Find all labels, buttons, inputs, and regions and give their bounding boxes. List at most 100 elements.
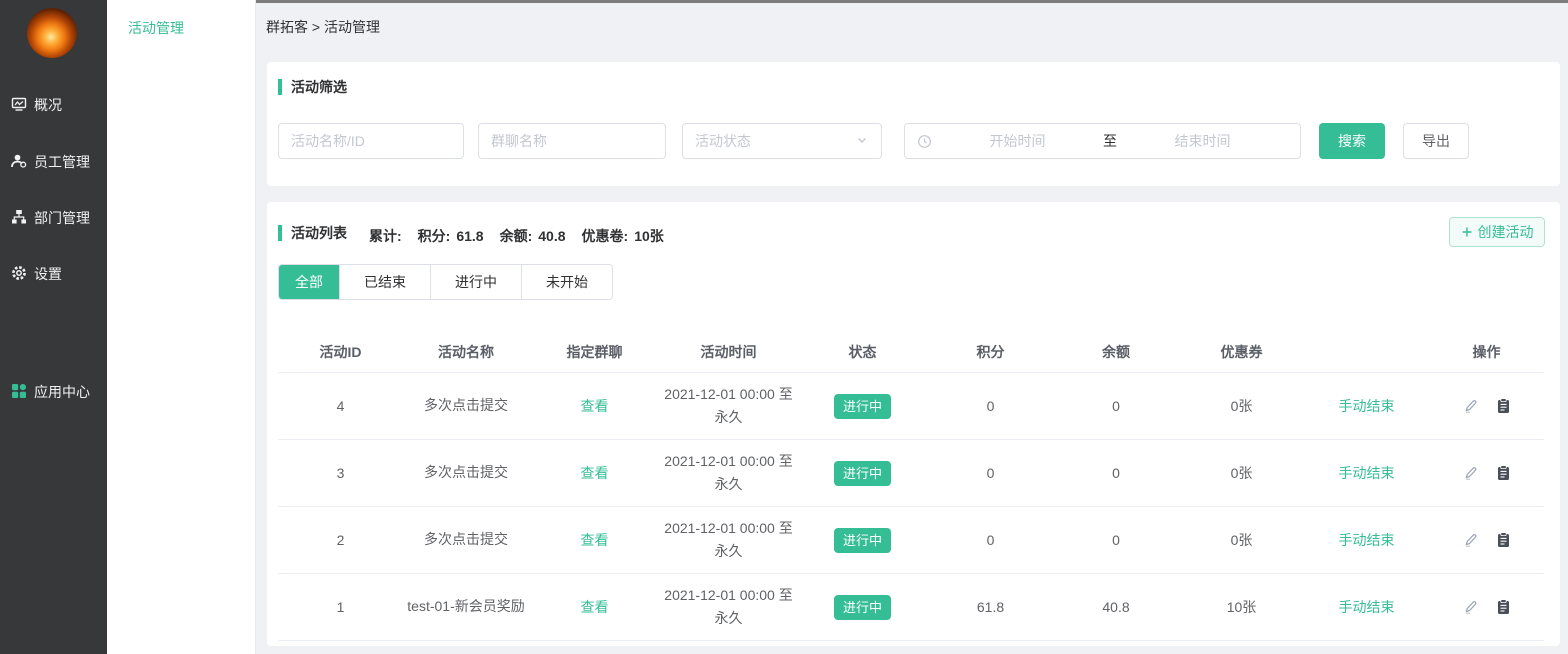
sidebar-item-settings[interactable]: 设置 (11, 264, 62, 284)
edit-icon[interactable] (1463, 532, 1479, 548)
group-name-input[interactable] (478, 123, 666, 159)
search-button[interactable]: 搜索 (1319, 123, 1385, 159)
manual-end-link[interactable]: 手动结束 (1304, 396, 1429, 416)
cell-actions (1429, 599, 1544, 615)
coupon-value: 10张 (634, 226, 664, 246)
col-header-status: 状态 (797, 342, 928, 362)
sidebar-item-activity-management[interactable]: 活动管理 (128, 18, 184, 38)
tab-in-progress[interactable]: 进行中 (430, 265, 521, 299)
cell-status: 进行中 (797, 394, 928, 419)
start-time-placeholder: 开始时间 (932, 131, 1103, 151)
table-row: 1 test-01-新会员奖励 查看 2021-12-01 00:00 至 永久… (278, 574, 1544, 641)
table-row: 2 多次点击提交 查看 2021-12-01 00:00 至 永久 进行中 0 … (278, 507, 1544, 574)
activity-table: 活动ID 活动名称 指定群聊 活动时间 状态 积分 余额 优惠券 操作 4 多次… (278, 332, 1544, 641)
tab-ended[interactable]: 已结束 (339, 265, 430, 299)
activity-name-input[interactable] (278, 123, 464, 159)
col-header-coupons: 优惠券 (1179, 342, 1304, 362)
create-activity-label: 创建活动 (1478, 222, 1534, 242)
cell-activity-id: 1 (278, 599, 403, 615)
col-header-group: 指定群聊 (529, 342, 660, 362)
filter-row: 活动状态 开始时间 至 结束时间 搜索 导出 (278, 123, 1544, 159)
cell-activity-id: 4 (278, 398, 403, 414)
edit-icon[interactable] (1463, 599, 1479, 615)
view-group-link[interactable]: 查看 (529, 463, 660, 483)
cell-activity-name: 多次点击提交 (403, 461, 529, 484)
cell-activity-time: 2021-12-01 00:00 至 永久 (660, 383, 797, 429)
clipboard-icon[interactable] (1496, 465, 1511, 481)
sidebar-item-overview[interactable]: 概况 (11, 95, 62, 115)
date-range-separator: 至 (1103, 131, 1117, 151)
list-title-label: 活动列表 (291, 223, 347, 243)
cell-balance: 0 (1053, 465, 1179, 481)
cell-balance: 0 (1053, 532, 1179, 548)
status-badge: 进行中 (834, 528, 891, 553)
filter-section-title: 活动筛选 (278, 77, 1544, 97)
sidebar-item-employees[interactable]: 员工管理 (11, 152, 90, 172)
sidebar-item-label: 员工管理 (34, 152, 90, 172)
balance-value: 40.8 (538, 228, 565, 244)
cell-status: 进行中 (797, 528, 928, 553)
create-activity-button[interactable]: 创建活动 (1449, 217, 1545, 247)
manual-end-link[interactable]: 手动结束 (1304, 530, 1429, 550)
filter-title-label: 活动筛选 (291, 77, 347, 97)
main-content: 群拓客 > 活动管理 活动筛选 活动状态 (256, 0, 1568, 654)
sidebar-item-app-center[interactable]: 应用中心 (11, 382, 90, 402)
export-button[interactable]: 导出 (1403, 123, 1469, 159)
top-strip (256, 0, 1568, 3)
cell-activity-name: 多次点击提交 (403, 528, 529, 551)
breadcrumb: 群拓客 > 活动管理 (266, 17, 1568, 37)
manual-end-link[interactable]: 手动结束 (1304, 597, 1429, 617)
cell-points: 0 (928, 532, 1053, 548)
department-icon (11, 209, 27, 228)
cell-actions (1429, 532, 1544, 548)
manual-end-link[interactable]: 手动结束 (1304, 463, 1429, 483)
overview-icon (11, 96, 27, 115)
app-center-icon (11, 383, 27, 402)
date-range-picker[interactable]: 开始时间 至 结束时间 (904, 123, 1301, 159)
sidebar-item-departments[interactable]: 部门管理 (11, 208, 90, 228)
cell-points: 0 (928, 465, 1053, 481)
view-group-link[interactable]: 查看 (529, 597, 660, 617)
table-row: 4 多次点击提交 查看 2021-12-01 00:00 至 永久 进行中 0 … (278, 373, 1544, 440)
cell-coupons: 0张 (1179, 396, 1304, 416)
cell-status: 进行中 (797, 461, 928, 486)
view-group-link[interactable]: 查看 (529, 530, 660, 550)
sidebar-item-label: 部门管理 (34, 208, 90, 228)
col-header-name: 活动名称 (403, 342, 529, 362)
section-accent-bar (278, 79, 282, 95)
section-accent-bar (278, 225, 282, 241)
clipboard-icon[interactable] (1496, 398, 1511, 414)
col-header-actions: 操作 (1429, 342, 1544, 362)
tab-all[interactable]: 全部 (279, 265, 339, 299)
col-header-balance: 余额 (1053, 342, 1179, 362)
status-tabs: 全部 已结束 进行中 未开始 (278, 264, 613, 300)
edit-icon[interactable] (1463, 465, 1479, 481)
cell-points: 61.8 (928, 599, 1053, 615)
clipboard-icon[interactable] (1496, 532, 1511, 548)
view-group-link[interactable]: 查看 (529, 396, 660, 416)
secondary-sidebar: 活动管理 (107, 0, 256, 654)
cell-actions (1429, 398, 1544, 414)
clock-icon (917, 134, 932, 149)
cell-coupons: 10张 (1179, 597, 1304, 617)
balance-label: 余额: (500, 226, 533, 246)
chevron-down-icon (855, 133, 869, 150)
app-root: 概况 员工管理 部门管理 设置 应用中心 (0, 0, 1568, 654)
cell-activity-name: test-01-新会员奖励 (403, 595, 529, 618)
sidebar-item-label: 设置 (34, 264, 62, 284)
cell-activity-time: 2021-12-01 00:00 至 永久 (660, 450, 797, 496)
edit-icon[interactable] (1463, 398, 1479, 414)
cell-activity-time: 2021-12-01 00:00 至 永久 (660, 517, 797, 563)
status-badge: 进行中 (834, 394, 891, 419)
select-placeholder: 活动状态 (695, 131, 751, 151)
status-badge: 进行中 (834, 461, 891, 486)
points-label: 积分: (418, 226, 451, 246)
tab-not-started[interactable]: 未开始 (521, 265, 612, 299)
cell-points: 0 (928, 398, 1053, 414)
cell-coupons: 0张 (1179, 463, 1304, 483)
cell-balance: 0 (1053, 398, 1179, 414)
clipboard-icon[interactable] (1496, 599, 1511, 615)
table-row: 3 多次点击提交 查看 2021-12-01 00:00 至 永久 进行中 0 … (278, 440, 1544, 507)
summary-label: 累计: (369, 226, 402, 246)
activity-status-select[interactable]: 活动状态 (682, 123, 882, 159)
